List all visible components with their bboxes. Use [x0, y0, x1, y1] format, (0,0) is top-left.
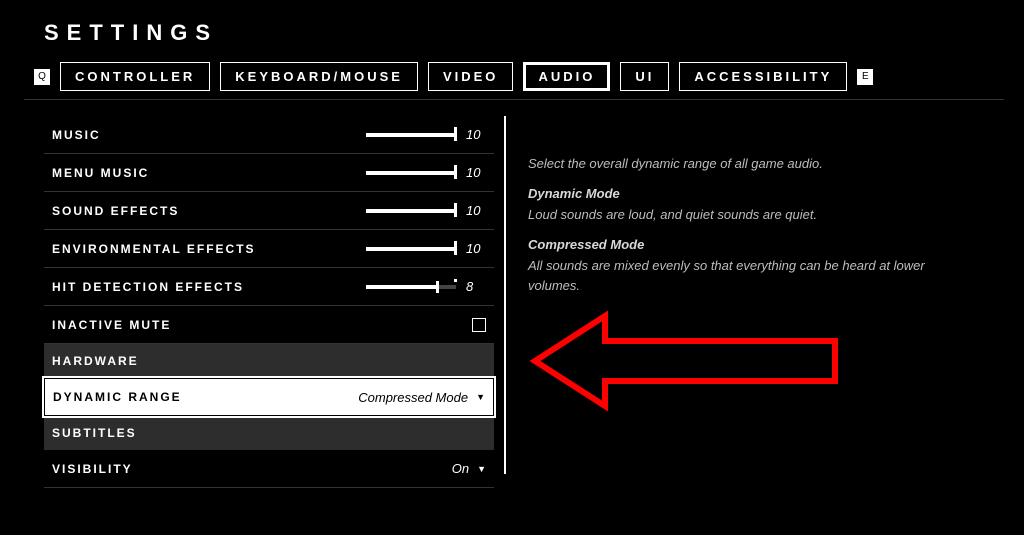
setting-label: SOUND EFFECTS: [52, 204, 179, 218]
dropdown-dynamic-range[interactable]: Compressed Mode ▼: [358, 390, 485, 405]
help-panel: Select the overall dynamic range of all …: [528, 116, 958, 488]
setting-row-sound-effects[interactable]: SOUND EFFECTS 10: [44, 192, 494, 230]
help-mode2-title: Compressed Mode: [528, 235, 958, 255]
tab-controller[interactable]: CONTROLLER: [60, 62, 210, 91]
slider-value: 10: [466, 203, 486, 218]
divider: [24, 99, 1004, 100]
setting-label: MENU MUSIC: [52, 166, 149, 180]
help-mode2-body: All sounds are mixed evenly so that ever…: [528, 256, 958, 295]
bumper-right-icon[interactable]: E: [857, 69, 873, 85]
setting-row-menu-music[interactable]: MENU MUSIC 10: [44, 154, 494, 192]
checkbox-inactive-mute[interactable]: [472, 318, 486, 332]
slider-value: 10: [466, 127, 486, 142]
settings-list: MUSIC 10 MENU MUSIC: [44, 116, 494, 488]
slider-music[interactable]: [366, 133, 456, 137]
dropdown-value: Compressed Mode: [358, 390, 468, 405]
dropdown-visibility[interactable]: On ▼: [452, 461, 486, 476]
slider-value: 8: [466, 279, 486, 294]
dropdown-value: On: [452, 461, 469, 476]
setting-row-dynamic-range[interactable]: DYNAMIC RANGE Compressed Mode ▼: [44, 378, 494, 416]
help-mode1-body: Loud sounds are loud, and quiet sounds a…: [528, 205, 958, 225]
chevron-down-icon: ▼: [476, 392, 485, 402]
setting-row-inactive-mute[interactable]: INACTIVE MUTE: [44, 306, 494, 344]
slider-value: 10: [466, 241, 486, 256]
section-header-hardware: HARDWARE: [44, 344, 494, 378]
tab-ui[interactable]: UI: [620, 62, 669, 91]
slider-menu-music[interactable]: [366, 171, 456, 175]
slider-environmental-effects[interactable]: [366, 247, 456, 251]
tab-video[interactable]: VIDEO: [428, 62, 513, 91]
setting-row-visibility[interactable]: VISIBILITY On ▼: [44, 450, 494, 488]
setting-row-hit-detection[interactable]: HIT DETECTION EFFECTS 8: [44, 268, 494, 306]
slider-sound-effects[interactable]: [366, 209, 456, 213]
settings-tab-bar: Q CONTROLLER KEYBOARD/MOUSE VIDEO AUDIO …: [34, 62, 1000, 91]
setting-label: ENVIRONMENTAL EFFECTS: [52, 242, 256, 256]
tab-accessibility[interactable]: ACCESSIBILITY: [679, 62, 847, 91]
help-intro: Select the overall dynamic range of all …: [528, 154, 958, 174]
scrollbar-icon[interactable]: [504, 116, 506, 474]
bumper-left-icon[interactable]: Q: [34, 69, 50, 85]
tab-audio[interactable]: AUDIO: [523, 62, 610, 91]
setting-label: INACTIVE MUTE: [52, 318, 171, 332]
setting-label: DYNAMIC RANGE: [53, 390, 182, 404]
setting-row-music[interactable]: MUSIC 10: [44, 116, 494, 154]
setting-row-environmental-effects[interactable]: ENVIRONMENTAL EFFECTS 10: [44, 230, 494, 268]
slider-value: 10: [466, 165, 486, 180]
section-header-subtitles: SUBTITLES: [44, 416, 494, 450]
setting-label: MUSIC: [52, 128, 101, 142]
tab-keyboard-mouse[interactable]: KEYBOARD/MOUSE: [220, 62, 418, 91]
slider-hit-detection[interactable]: [366, 285, 456, 289]
page-title: SETTINGS: [44, 20, 1000, 46]
help-mode1-title: Dynamic Mode: [528, 184, 958, 204]
setting-label: VISIBILITY: [52, 462, 133, 476]
chevron-down-icon: ▼: [477, 464, 486, 474]
setting-label: HIT DETECTION EFFECTS: [52, 280, 244, 294]
